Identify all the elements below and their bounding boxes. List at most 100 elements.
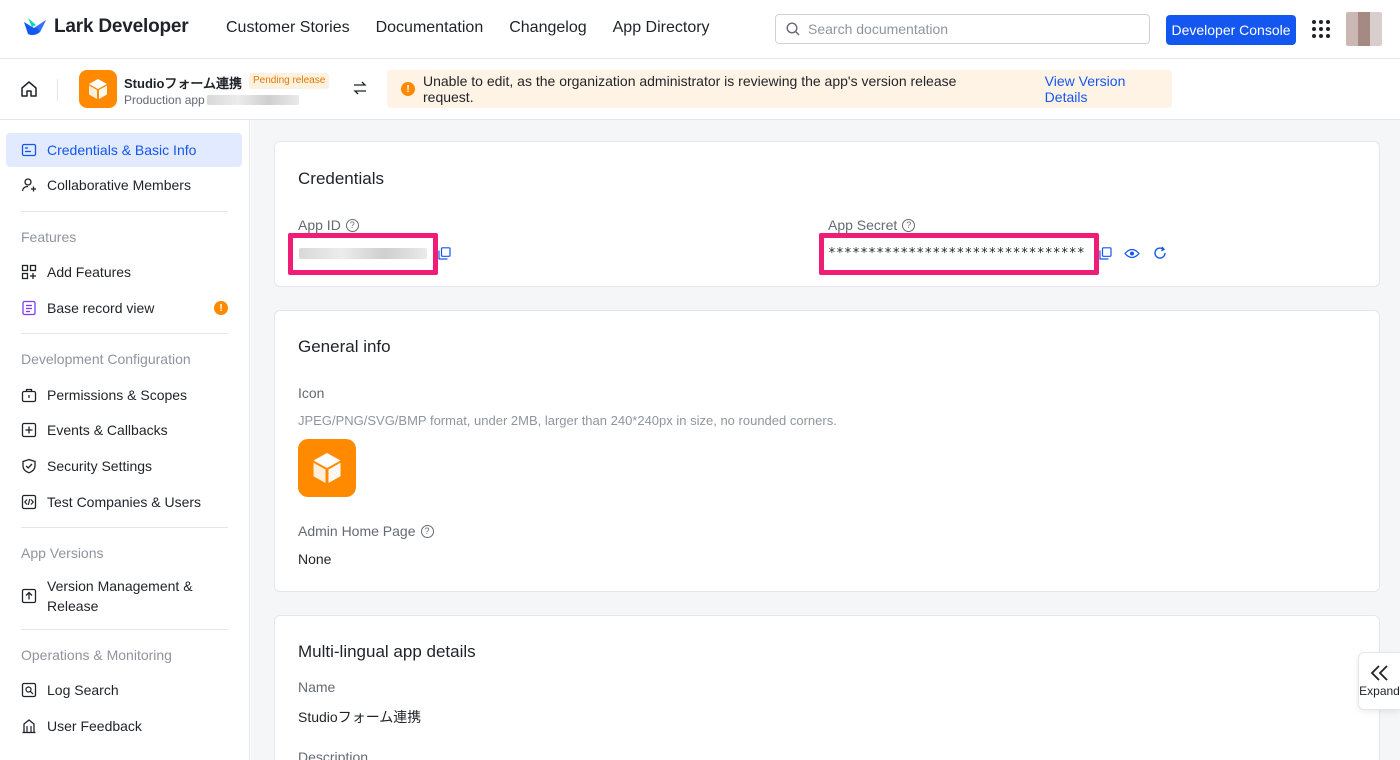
lark-logo-icon	[24, 18, 46, 36]
sidebar-item-security-settings[interactable]: Security Settings	[6, 449, 242, 483]
search-box[interactable]	[775, 14, 1150, 44]
member-add-icon	[21, 177, 37, 193]
sidebar-section-app-versions: App Versions	[21, 545, 104, 561]
sidebar-section-features: Features	[21, 229, 77, 245]
redacted-app-id-value	[299, 248, 427, 259]
help-icon[interactable]: ?	[420, 524, 434, 538]
divider	[57, 79, 58, 101]
app-type: Production app	[124, 93, 205, 107]
multilingual-card: Multi-lingual app details Name Studioフォー…	[274, 615, 1380, 760]
copy-icon[interactable]	[1099, 247, 1112, 260]
multilingual-title: Multi-lingual app details	[298, 642, 476, 661]
sidebar-divider	[21, 333, 228, 334]
nav-link-changelog[interactable]: Changelog	[509, 19, 586, 37]
sidebar-item-permissions[interactable]: Permissions & Scopes	[6, 378, 242, 412]
app-name: Studioフォーム連携	[124, 76, 243, 91]
feedback-icon	[21, 718, 37, 734]
app-id-label-text: App ID	[298, 217, 341, 233]
general-info-card: General info Icon JPEG/PNG/SVG/BMP forma…	[274, 310, 1380, 592]
main-content: Credentials App ID ? App Secret ? ******…	[251, 120, 1400, 760]
app-subtitle: Production app	[124, 93, 299, 107]
credentials-icon	[21, 142, 37, 158]
name-label: Name	[298, 679, 336, 695]
app-header-bar: Studioフォーム連携 Pending release Production …	[0, 58, 1400, 120]
avatar[interactable]	[1346, 12, 1382, 46]
general-info-title: General info	[298, 337, 391, 356]
upload-icon	[21, 588, 37, 604]
home-icon[interactable]	[20, 80, 38, 98]
search-input[interactable]	[808, 21, 1128, 37]
sidebar-item-test-companies[interactable]: Test Companies & Users	[6, 485, 242, 519]
sidebar: Credentials & Basic Info Collaborative M…	[0, 120, 250, 760]
app-icon-preview[interactable]	[298, 439, 356, 497]
copy-icon[interactable]	[438, 247, 451, 260]
warning-badge: !	[214, 301, 228, 315]
app-secret-label: App Secret ?	[828, 217, 916, 233]
admin-home-label-text: Admin Home Page	[298, 523, 416, 539]
permissions-icon	[21, 387, 37, 403]
switch-app-icon[interactable]	[352, 80, 368, 96]
sidebar-item-log-search[interactable]: Log Search	[6, 673, 242, 707]
shield-icon	[21, 458, 37, 474]
review-warning-banner: ! Unable to edit, as the organization ad…	[387, 70, 1172, 108]
view-version-details-link[interactable]: View Version Details	[1045, 73, 1172, 105]
apps-grid-icon[interactable]	[1312, 20, 1330, 38]
nav-link-customer-stories[interactable]: Customer Stories	[226, 19, 350, 37]
refresh-icon[interactable]	[1153, 246, 1167, 260]
expand-button[interactable]: Expand	[1358, 652, 1400, 710]
box-icon	[313, 453, 341, 483]
sidebar-item-label: Collaborative Members	[47, 177, 191, 193]
sidebar-item-credentials[interactable]: Credentials & Basic Info	[6, 133, 242, 167]
brand-name: Lark Developer	[54, 16, 189, 37]
log-search-icon	[21, 682, 37, 698]
eye-icon[interactable]	[1124, 247, 1140, 260]
sidebar-item-label: Events & Callbacks	[47, 422, 168, 438]
sidebar-item-user-feedback[interactable]: User Feedback	[6, 709, 242, 743]
brand-logo[interactable]: Lark Developer	[22, 16, 189, 38]
app-id-label: App ID ?	[298, 217, 359, 233]
nav-links: Customer Stories Documentation Changelog…	[226, 19, 710, 37]
nav-link-documentation[interactable]: Documentation	[376, 19, 484, 37]
sidebar-item-collaborative-members[interactable]: Collaborative Members	[6, 168, 242, 202]
app-icon	[79, 70, 117, 108]
sidebar-divider	[21, 527, 228, 528]
box-icon	[89, 79, 107, 99]
nav-link-app-directory[interactable]: App Directory	[613, 19, 710, 37]
sidebar-item-base-record-view[interactable]: Base record view !	[6, 291, 242, 325]
help-icon[interactable]: ?	[345, 218, 359, 232]
sidebar-item-events-callbacks[interactable]: Events & Callbacks	[6, 413, 242, 447]
icon-format-hint: JPEG/PNG/SVG/BMP format, under 2MB, larg…	[298, 413, 837, 428]
status-badge: Pending release	[249, 73, 330, 89]
top-navigation: Lark Developer Customer Stories Document…	[0, 0, 1400, 58]
sidebar-section-operations: Operations & Monitoring	[21, 647, 172, 663]
search-icon	[786, 22, 800, 36]
admin-home-value: None	[298, 551, 332, 567]
credentials-card: Credentials App ID ? App Secret ? ******…	[274, 141, 1380, 287]
warning-icon: !	[401, 82, 415, 96]
icon-label: Icon	[298, 385, 325, 401]
sidebar-section-development: Development Configuration	[21, 351, 191, 367]
sidebar-item-add-features[interactable]: Add Features	[6, 255, 242, 289]
sidebar-item-label: Base record view	[47, 300, 155, 316]
expand-label: Expand	[1359, 684, 1400, 698]
description-label: Description	[298, 749, 369, 760]
sidebar-item-label: Permissions & Scopes	[47, 387, 188, 403]
base-record-icon	[21, 300, 37, 316]
sidebar-item-label: Add Features	[47, 264, 132, 280]
sidebar-item-label: Test Companies & Users	[47, 494, 202, 510]
sidebar-item-label: Log Search	[47, 682, 119, 698]
sidebar-item-label: Credentials & Basic Info	[47, 142, 197, 158]
sidebar-item-label: Version Management & Release	[47, 578, 193, 614]
add-features-icon	[21, 264, 37, 280]
sidebar-divider	[21, 629, 228, 630]
sidebar-item-label: Security Settings	[47, 458, 153, 474]
warning-text: Unable to edit, as the organization admi…	[423, 73, 957, 105]
app-secret-label-text: App Secret	[828, 217, 898, 233]
sidebar-item-label: User Feedback	[47, 718, 142, 734]
double-chevron-left-icon	[1370, 665, 1388, 681]
sidebar-item-version-management[interactable]: Version Management & Release	[6, 574, 242, 618]
help-icon[interactable]: ?	[902, 218, 916, 232]
app-secret-value: ********************************	[828, 246, 1085, 261]
developer-console-button[interactable]: Developer Console	[1166, 15, 1296, 45]
redacted-app-id	[206, 95, 299, 105]
